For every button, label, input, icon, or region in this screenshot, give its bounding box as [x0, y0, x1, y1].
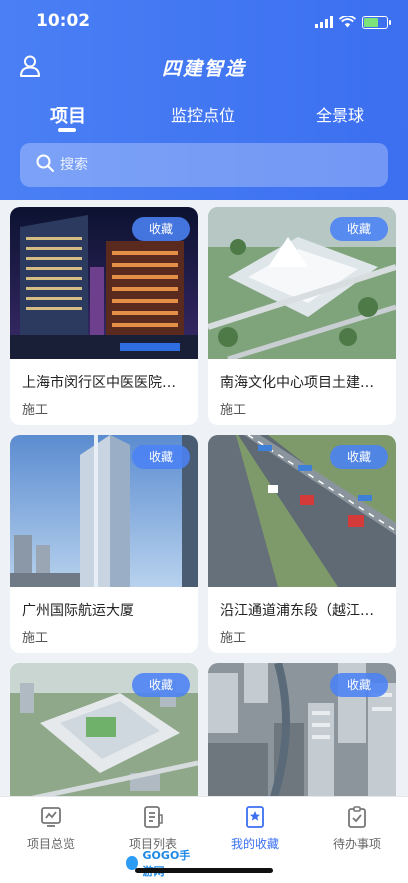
- bookmark-star-icon: [204, 805, 306, 829]
- tabbar-item-favorites[interactable]: 我的收藏: [204, 805, 306, 852]
- tab-monitoring-points[interactable]: 监控点位: [171, 102, 235, 126]
- status-time: 10:02: [36, 11, 91, 31]
- tabbar-label: 项目总览: [26, 837, 75, 851]
- app-header: 10:02 四建智造 项目 监控点位 全景球: [0, 0, 408, 200]
- status-bar: 10:02: [0, 0, 408, 44]
- project-card[interactable]: 收藏 广州国际航运大厦 施工: [10, 435, 198, 653]
- tab-projects[interactable]: 项目: [50, 102, 86, 128]
- project-card[interactable]: 收藏 沿江通道浦东段（越江… 施工: [208, 435, 396, 653]
- signal-icon: [315, 13, 333, 32]
- project-title: 沿江通道浦东段（越江…: [220, 603, 374, 619]
- tab-indicator: [58, 128, 76, 132]
- tabbar-item-project-list[interactable]: 项目列表: [102, 805, 204, 852]
- project-status: 施工: [220, 631, 247, 646]
- project-title: 上海市闵行区中医医院…: [22, 375, 176, 391]
- tabbar-item-todo[interactable]: 待办事项: [306, 805, 408, 852]
- favorite-badge[interactable]: 收藏: [330, 673, 388, 697]
- search-input[interactable]: [60, 157, 360, 173]
- project-status: 施工: [22, 403, 49, 418]
- list-doc-icon: [102, 805, 204, 829]
- project-card[interactable]: 收藏: [208, 663, 396, 796]
- watermark-text: GOGO手游网: [142, 849, 191, 878]
- battery-icon: [362, 16, 391, 29]
- status-icons: [315, 13, 391, 32]
- project-card[interactable]: 收藏: [10, 663, 198, 796]
- project-title: 南海文化中心项目土建…: [220, 375, 374, 391]
- favorite-badge[interactable]: 收藏: [132, 673, 190, 697]
- wifi-icon: [338, 13, 357, 32]
- favorite-badge[interactable]: 收藏: [330, 445, 388, 469]
- tabbar-label: 待办事项: [332, 837, 381, 851]
- tab-panorama[interactable]: 全景球: [316, 102, 364, 126]
- chart-icon: [0, 805, 102, 829]
- project-grid: 收藏 上海市闵行区中医医院… 施工 收藏 南海文化中心项目土建… 施工 收藏 广…: [0, 200, 408, 796]
- favorite-badge[interactable]: 收藏: [132, 445, 190, 469]
- project-card[interactable]: 收藏 上海市闵行区中医医院… 施工: [10, 207, 198, 425]
- home-indicator: [135, 868, 273, 873]
- project-title: 广州国际航运大厦: [22, 603, 134, 619]
- top-tabs: 项目 监控点位 全景球: [0, 96, 408, 136]
- search-bar[interactable]: [20, 143, 388, 187]
- project-status: 施工: [220, 403, 247, 418]
- tabbar-label: 我的收藏: [230, 837, 279, 851]
- favorite-badge[interactable]: 收藏: [132, 217, 190, 241]
- search-icon: [36, 154, 54, 176]
- tabbar-item-overview[interactable]: 项目总览: [0, 805, 102, 852]
- clipboard-check-icon: [306, 805, 408, 829]
- app-title: 四建智造: [161, 58, 246, 80]
- favorite-badge[interactable]: 收藏: [330, 217, 388, 241]
- project-card[interactable]: 收藏 南海文化中心项目土建… 施工: [208, 207, 396, 425]
- project-status: 施工: [22, 631, 49, 646]
